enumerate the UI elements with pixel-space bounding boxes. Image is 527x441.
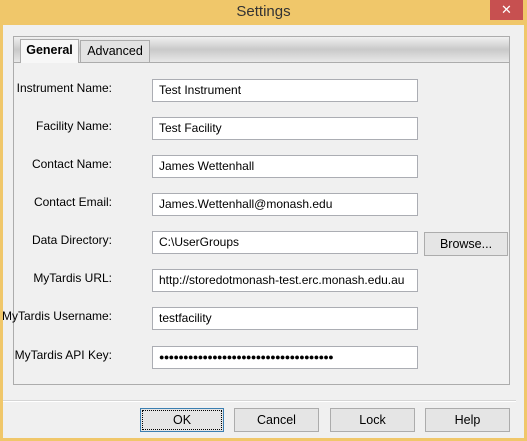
- contact-name-label: Contact Name:: [31, 157, 112, 171]
- cancel-button[interactable]: Cancel: [234, 408, 319, 432]
- contact-email-label: Contact Email:: [33, 195, 112, 209]
- help-button[interactable]: Help: [425, 408, 510, 432]
- mytardis-api-key-input[interactable]: ●●●●●●●●●●●●●●●●●●●●●●●●●●●●●●●●●●●●: [152, 346, 418, 369]
- separator: [3, 400, 516, 402]
- contact-email-input[interactable]: James.Wettenhall@monash.edu: [152, 193, 418, 216]
- data-directory-label: Data Directory:: [31, 233, 112, 247]
- lock-button[interactable]: Lock: [330, 408, 415, 432]
- mytardis-api-key-label: MyTardis API Key:: [14, 348, 112, 362]
- ok-button[interactable]: OK: [140, 408, 224, 432]
- contact-name-input[interactable]: James Wettenhall: [152, 155, 418, 178]
- data-directory-input[interactable]: C:\UserGroups: [152, 231, 418, 254]
- browse-button[interactable]: Browse...: [424, 232, 508, 256]
- general-panel: Instrument Name: Test Instrument Facilit…: [2, 62, 510, 385]
- facility-name-label: Facility Name:: [35, 119, 112, 133]
- tab-general[interactable]: General: [20, 39, 79, 63]
- dialog-body: General Advanced Instrument Name: Test I…: [2, 25, 524, 438]
- instrument-name-input[interactable]: Test Instrument: [152, 79, 418, 102]
- mytardis-url-label: MyTardis URL:: [33, 271, 112, 285]
- mytardis-url-input[interactable]: http://storedotmonash-test.erc.monash.ed…: [152, 269, 418, 292]
- mytardis-username-label: MyTardis Username:: [1, 309, 112, 323]
- close-button[interactable]: ✕: [490, 0, 523, 20]
- tab-advanced[interactable]: Advanced: [80, 40, 150, 62]
- mytardis-username-input[interactable]: testfacility: [152, 307, 418, 330]
- instrument-name-label: Instrument Name:: [16, 81, 112, 95]
- window-title: Settings: [236, 3, 291, 20]
- facility-name-input[interactable]: Test Facility: [152, 117, 418, 140]
